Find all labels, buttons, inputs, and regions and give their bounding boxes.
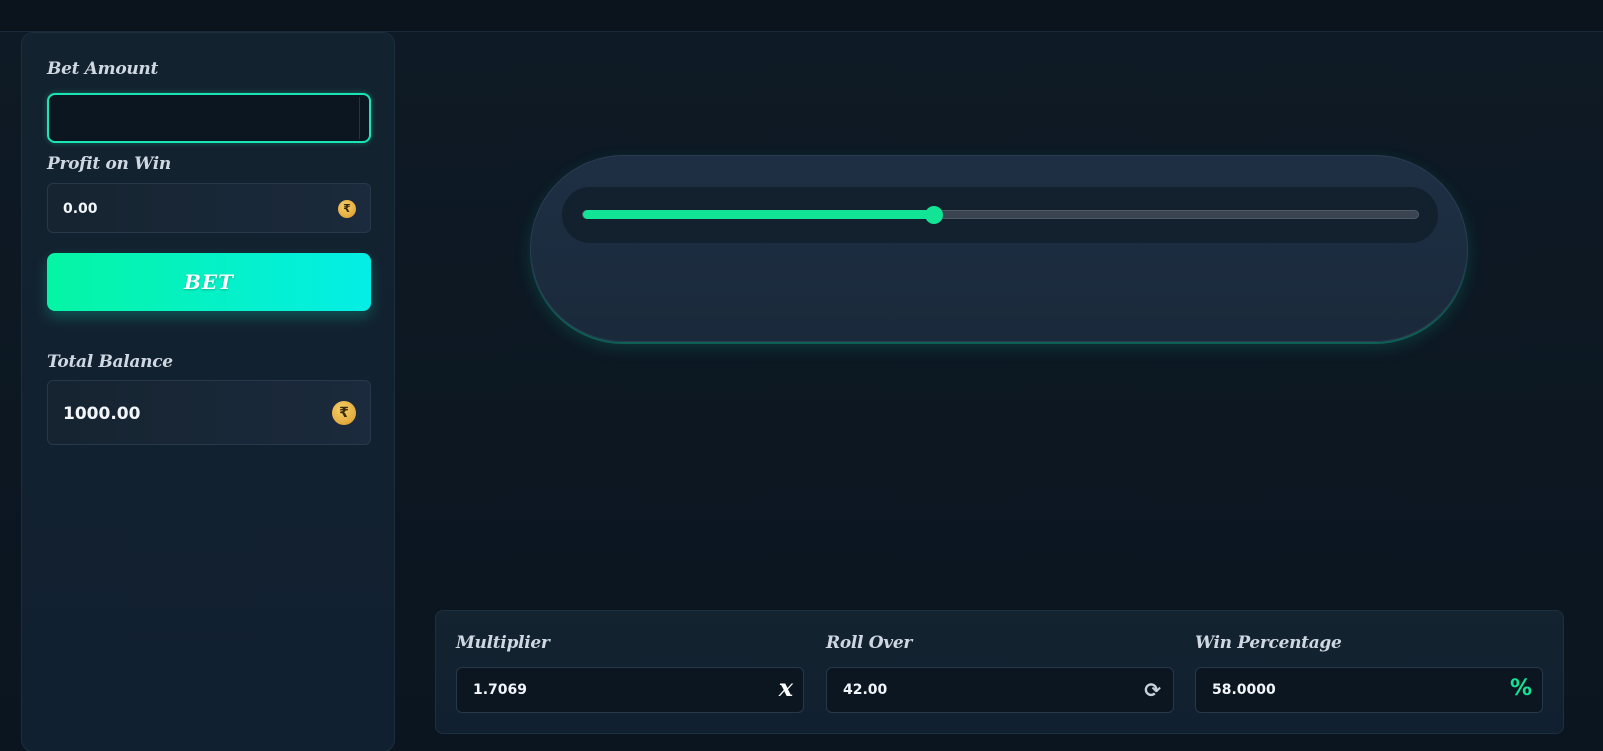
refresh-icon[interactable]: ⟳ (1144, 678, 1161, 702)
multiplier-x-icon: x (778, 673, 793, 702)
profit-on-win-field: 0.00 ₹ (47, 183, 371, 233)
bet-input-divider (359, 97, 360, 139)
profit-on-win-label: Profit on Win (47, 154, 171, 174)
rupee-coin-icon: ₹ (332, 401, 356, 425)
multiplier-label: Multiplier (456, 633, 550, 653)
roll-over-value: 42.00 (843, 682, 888, 698)
top-bar (0, 0, 1603, 32)
main-area-border (395, 31, 1603, 32)
roll-slider-fill (583, 210, 934, 219)
roll-over-label: Roll Over (826, 633, 913, 653)
bet-sidebar: Bet Amount Profit on Win 0.00 ₹ BET Tota… (21, 32, 395, 751)
multiplier-field[interactable]: 1.7069 x (456, 667, 804, 713)
total-balance-field: 1000.00 ₹ (47, 380, 371, 445)
slider-track-container (562, 187, 1438, 243)
roll-over-field[interactable]: 42.00 ⟳ (826, 667, 1174, 713)
total-balance-label: Total Balance (47, 352, 173, 372)
multiplier-value: 1.7069 (473, 682, 528, 698)
win-percentage-field[interactable]: 58.0000 % (1195, 667, 1543, 713)
bet-button[interactable]: BET (47, 253, 371, 311)
profit-on-win-value: 0.00 (63, 201, 98, 217)
roll-slider-track[interactable] (582, 205, 1419, 224)
roll-slider-panel (530, 155, 1468, 342)
dice-game-page: Bet Amount Profit on Win 0.00 ₹ BET Tota… (0, 0, 1603, 751)
win-percentage-label: Win Percentage (1195, 633, 1342, 653)
bet-amount-label: Bet Amount (47, 59, 159, 79)
win-percentage-value: 58.0000 (1212, 682, 1276, 698)
percent-icon: % (1509, 676, 1532, 701)
roll-slider-handle[interactable] (924, 205, 943, 224)
game-stats-panel: Multiplier 1.7069 x Roll Over 42.00 ⟳ Wi… (435, 610, 1564, 734)
rupee-coin-icon: ₹ (338, 200, 356, 218)
total-balance-value: 1000.00 (63, 404, 141, 424)
bet-amount-input[interactable] (47, 93, 371, 143)
